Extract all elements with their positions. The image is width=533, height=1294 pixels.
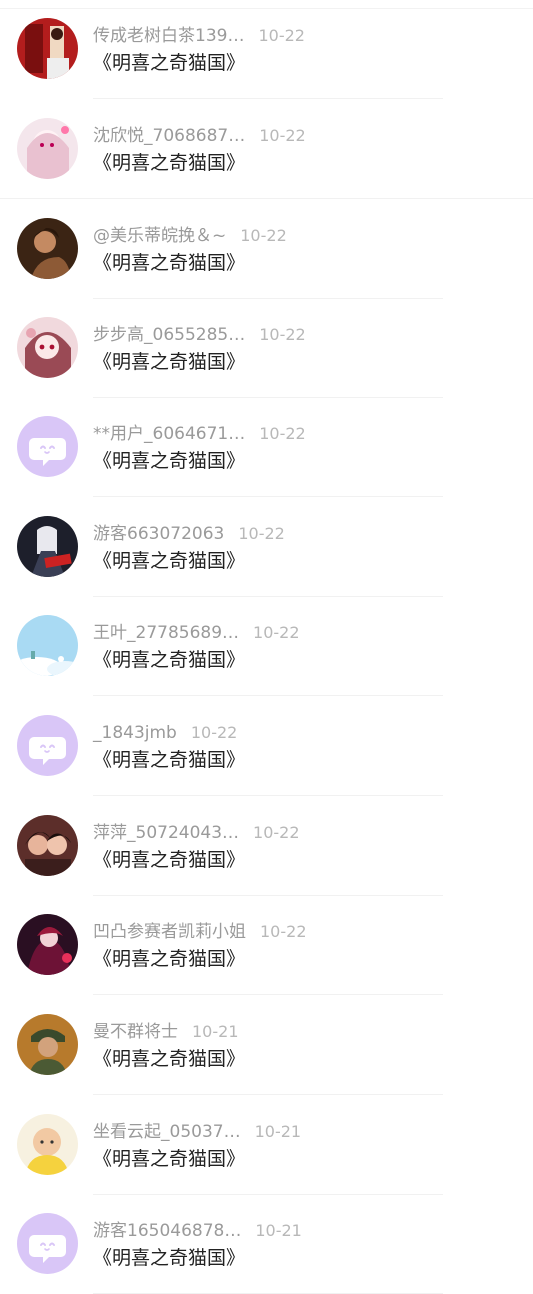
message-row[interactable]: @美乐蒂皖挽＆~ 10-22 《明喜之奇猫国》	[0, 200, 533, 299]
user-avatar-image	[17, 516, 78, 577]
default-avatar-chat-icon	[17, 1213, 78, 1274]
message-row[interactable]: 凹凸参赛者凯莉小姐 10-22 《明喜之奇猫国》	[0, 896, 533, 995]
message-date: 10-22	[259, 325, 306, 344]
user-avatar-image	[17, 317, 78, 378]
user-avatar-image	[17, 1114, 78, 1175]
sender-name: 游客165046878…	[93, 1221, 242, 1241]
sender-name: 坐看云起_05037…	[93, 1122, 241, 1142]
message-row[interactable]: 萍萍_50724043… 10-22 《明喜之奇猫国》	[0, 797, 533, 896]
message-text: 《明喜之奇猫国》	[93, 252, 246, 274]
row-divider	[93, 98, 443, 99]
avatar[interactable]	[17, 615, 78, 676]
user-avatar-image	[17, 914, 78, 975]
message-text: 《明喜之奇猫国》	[93, 550, 246, 572]
message-row[interactable]: 王叶_27785689… 10-22 《明喜之奇猫国》	[0, 597, 533, 696]
user-avatar-image	[17, 615, 78, 676]
avatar[interactable]	[17, 317, 78, 378]
message-date: 10-21	[192, 1022, 239, 1041]
user-avatar-image	[17, 815, 78, 876]
message-date: 10-21	[255, 1221, 302, 1240]
message-row[interactable]: 步步高_0655285… 10-22 《明喜之奇猫国》	[0, 299, 533, 398]
avatar[interactable]	[17, 815, 78, 876]
message-text: 《明喜之奇猫国》	[93, 1048, 246, 1070]
avatar[interactable]	[17, 18, 78, 79]
sender-name: 萍萍_50724043…	[93, 823, 240, 843]
message-row[interactable]: 曼不群将士 10-21 《明喜之奇猫国》	[0, 996, 533, 1095]
user-avatar-image	[17, 18, 78, 79]
message-text: 《明喜之奇猫国》	[93, 152, 246, 174]
sender-name: 传成老树白茶139…	[93, 26, 245, 46]
message-row[interactable]: 游客663072063 10-22 《明喜之奇猫国》	[0, 498, 533, 597]
avatar[interactable]	[17, 1014, 78, 1075]
message-date: 10-22	[258, 26, 305, 45]
sender-name: 步步高_0655285…	[93, 325, 246, 345]
sender-name: 沈欣悦_7068687…	[93, 126, 246, 146]
message-date: 10-22	[253, 623, 300, 642]
message-row[interactable]: 传成老树白茶139… 10-22 《明喜之奇猫国》	[0, 0, 533, 99]
message-text: 《明喜之奇猫国》	[93, 52, 246, 74]
avatar[interactable]	[17, 218, 78, 279]
message-date: 10-22	[238, 524, 285, 543]
message-row[interactable]: _1843jmb 10-22 《明喜之奇猫国》	[0, 697, 533, 796]
row-divider	[93, 695, 443, 696]
message-date: 10-22	[259, 424, 306, 443]
message-date: 10-22	[190, 723, 238, 742]
avatar[interactable]	[17, 416, 78, 477]
row-divider	[0, 198, 533, 199]
message-row[interactable]: 沈欣悦_7068687… 10-22 《明喜之奇猫国》	[0, 100, 533, 199]
default-avatar-chat-icon	[17, 416, 78, 477]
user-avatar-image	[17, 218, 78, 279]
user-avatar-image	[17, 1014, 78, 1075]
message-date: 10-22	[253, 823, 300, 842]
message-text: 《明喜之奇猫国》	[93, 1148, 246, 1170]
sender-name: _1843jmb	[93, 723, 177, 743]
message-text: 《明喜之奇猫国》	[93, 749, 246, 771]
message-row[interactable]: 坐看云起_05037… 10-21 《明喜之奇猫国》	[0, 1096, 533, 1195]
sender-name: **用户_6064671…	[93, 424, 246, 444]
message-row[interactable]: 游客165046878… 10-21 《明喜之奇猫国》	[0, 1195, 533, 1294]
message-date: 10-21	[254, 1122, 302, 1141]
message-text: 《明喜之奇猫国》	[93, 351, 246, 373]
row-divider	[93, 994, 443, 995]
avatar[interactable]	[17, 118, 78, 179]
row-divider	[93, 496, 443, 497]
avatar[interactable]	[17, 1213, 78, 1274]
sender-name: 凹凸参赛者凯莉小姐	[93, 922, 246, 942]
avatar[interactable]	[17, 1114, 78, 1175]
message-date: 10-22	[259, 126, 306, 145]
sender-name: @美乐蒂皖挽＆~	[93, 226, 227, 246]
sender-name: 王叶_27785689…	[93, 623, 240, 643]
row-divider	[93, 1094, 443, 1095]
row-divider	[93, 795, 443, 796]
sender-name: 游客663072063	[93, 524, 225, 544]
avatar[interactable]	[17, 516, 78, 577]
message-date: 10-22	[260, 922, 307, 941]
message-text: 《明喜之奇猫国》	[93, 1247, 246, 1269]
default-avatar-chat-icon	[17, 715, 78, 776]
message-text: 《明喜之奇猫国》	[93, 948, 246, 970]
message-text: 《明喜之奇猫国》	[93, 450, 246, 472]
message-text: 《明喜之奇猫国》	[93, 849, 246, 871]
message-row[interactable]: **用户_6064671… 10-22 《明喜之奇猫国》	[0, 398, 533, 497]
avatar[interactable]	[17, 914, 78, 975]
user-avatar-image	[17, 118, 78, 179]
message-text: 《明喜之奇猫国》	[93, 649, 246, 671]
avatar[interactable]	[17, 715, 78, 776]
sender-name: 曼不群将士	[93, 1022, 178, 1042]
message-date: 10-22	[240, 226, 287, 245]
